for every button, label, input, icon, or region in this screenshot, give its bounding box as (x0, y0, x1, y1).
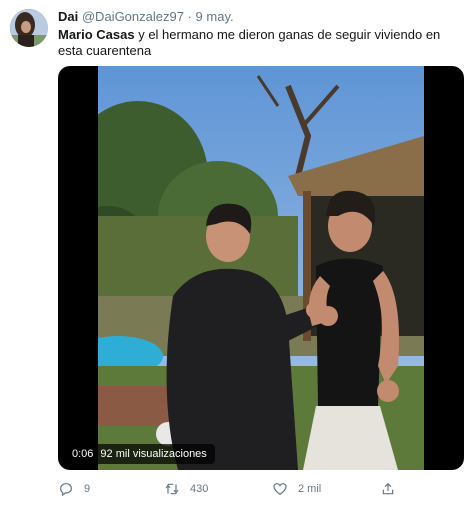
tweet-text-bold: Mario Casas (58, 27, 135, 42)
share-icon (382, 482, 394, 495)
share-button[interactable] (380, 478, 396, 500)
tweet-card[interactable]: Dai @DaiGonzalez97 · 9 may. Mario Casas … (0, 0, 474, 506)
like-button[interactable]: 2 mil (272, 478, 321, 500)
tweet-actions: 9 430 2 mil (58, 478, 464, 500)
reply-button[interactable]: 9 (58, 478, 90, 500)
author-handle[interactable]: @DaiGonzalez97 (82, 9, 184, 24)
video-stats-badge: 0:06 92 mil visualizaciones (64, 444, 215, 464)
avatar[interactable] (10, 9, 48, 47)
video-player[interactable]: 0:06 92 mil visualizaciones (58, 66, 464, 470)
like-count: 2 mil (298, 483, 322, 495)
header-separator: · (187, 9, 192, 24)
reply-count: 9 (84, 483, 91, 495)
tweet-text: Mario Casas y el hermano me dieron ganas… (58, 27, 458, 59)
heart-icon (273, 483, 287, 496)
reply-icon (60, 483, 72, 497)
tweet-header: Dai @DaiGonzalez97 · 9 may. (58, 9, 234, 25)
retweet-icon (165, 483, 179, 495)
retweet-count: 430 (190, 483, 209, 495)
tweet-date[interactable]: 9 may. (196, 9, 234, 24)
video-frame (98, 66, 424, 470)
video-views: 92 mil visualizaciones (100, 448, 207, 460)
author-name[interactable]: Dai (58, 9, 78, 24)
video-time: 0:06 (72, 448, 94, 460)
retweet-button[interactable]: 430 (164, 478, 208, 500)
